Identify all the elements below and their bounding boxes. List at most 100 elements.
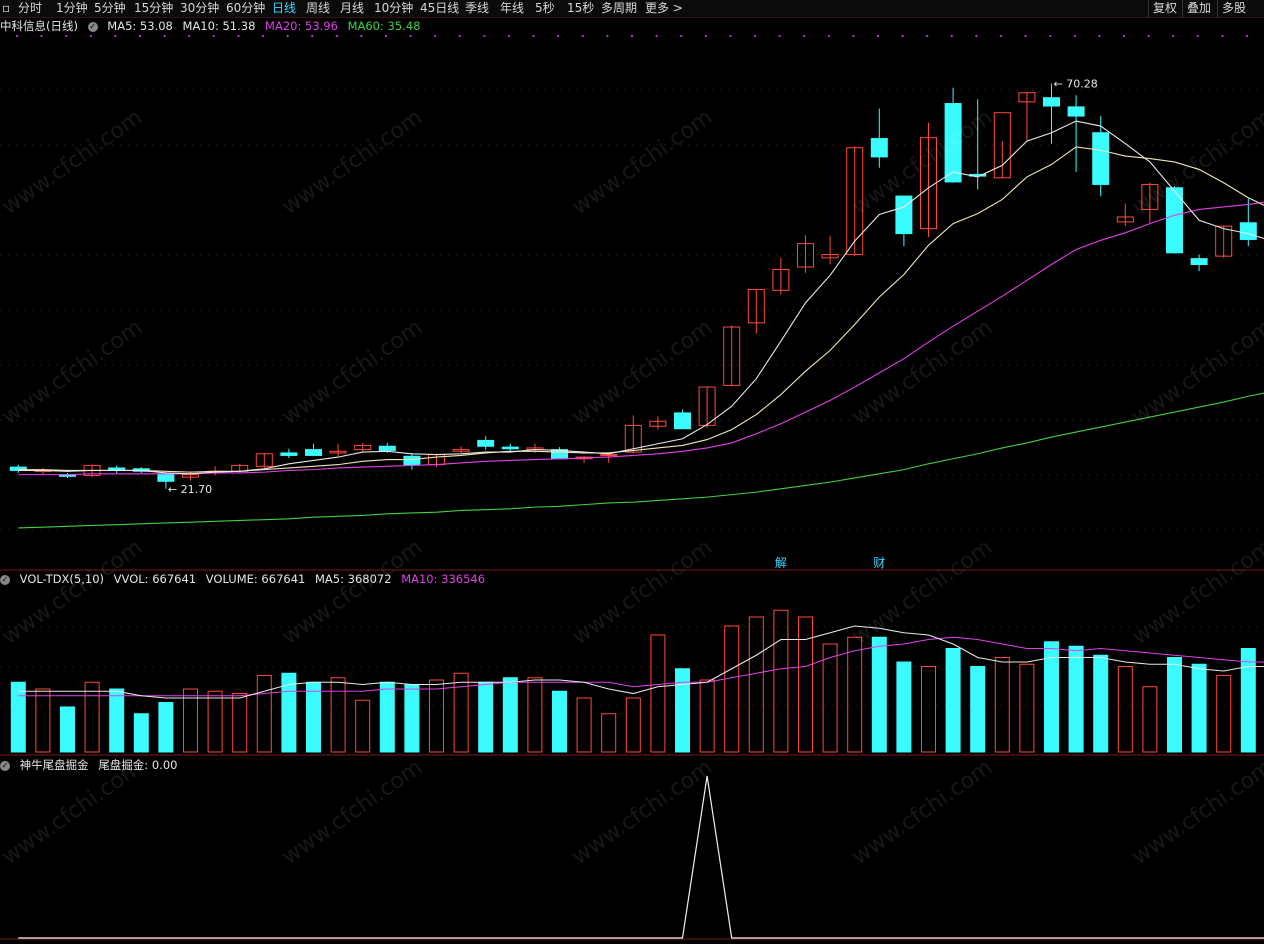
volume-bar [429,679,444,753]
period-tab-9[interactable]: 10分钟 [374,0,413,17]
ind-settings-icon[interactable]: ✓ [0,760,10,771]
top-dot [852,35,855,37]
top-dot [729,35,732,37]
ma60-line [18,392,1264,529]
top-dot [114,35,117,37]
period-tab-12[interactable]: 年线 [500,0,524,17]
candle-body [600,454,618,457]
volume-bar [552,690,567,753]
candle-body [378,445,396,451]
top-dot [581,35,584,37]
volume-bar [60,706,75,753]
volume-bar [675,668,690,753]
period-tab-6[interactable]: 日线 [272,0,296,17]
volume-bar [773,609,789,753]
ma10-value: MA10: 51.38 [182,19,256,33]
period-tab-10[interactable]: 45日线 [420,0,459,17]
volume-bar [355,699,371,753]
ma60-value: MA60: 35.48 [347,19,421,33]
top-dot [1123,35,1125,37]
toolbar-button-2[interactable]: 多股 [1217,0,1250,17]
top-dot [926,35,929,37]
price-panel-header: 中科信息(日线) ✓ MA5: 53.08 MA10: 51.38 MA20: … [0,18,426,34]
volume-bar [453,672,469,753]
top-dot [1147,35,1150,37]
volume-bar [109,688,125,753]
period-tab-8[interactable]: 月线 [340,0,364,17]
settings-icon[interactable]: ✓ [87,21,98,32]
low-label: ← 21.70 [168,483,212,496]
top-dot [975,35,978,37]
top-dot [40,35,43,37]
volume-bar [748,616,764,753]
volume-bar [232,693,248,753]
volume-bar [798,616,813,753]
volume-bar [1167,657,1182,753]
top-dot [139,35,141,37]
volume-bar [1191,663,1207,753]
period-tab-1[interactable]: 1分钟 [56,0,88,17]
volume-bar [1019,663,1035,753]
volume-bar [601,713,617,753]
volume-bar [1068,645,1084,753]
period-tab-3[interactable]: 15分钟 [134,0,173,17]
top-dot [1049,35,1052,37]
period-tab-7[interactable]: 周线 [306,0,330,17]
top-dot [606,35,609,37]
volume-bar [945,648,961,753]
indicator-title: 神牛尾盘掘金 [19,758,89,772]
volume-bar [133,713,149,753]
top-dot [680,35,683,37]
top-dot [385,35,387,37]
period-tab-13[interactable]: 5秒 [535,0,555,17]
volume-bar [921,666,936,753]
top-dot [335,35,338,37]
top-dot [827,35,830,37]
candle-body [280,452,298,456]
period-tab-15[interactable]: 多周期 [601,0,637,17]
toolbar-button-1[interactable]: 叠加 [1182,0,1215,17]
top-dot [803,35,806,37]
candle-body [1190,258,1208,265]
top-dot [704,35,707,37]
volume-bar [650,634,666,753]
candle-body [870,138,888,158]
top-dot [262,35,264,37]
period-tab-2[interactable]: 5分钟 [94,0,126,17]
period-tab-11[interactable]: 季线 [465,0,489,17]
top-dot [877,35,879,37]
volume-bar [35,688,51,753]
volume-bar [256,675,272,753]
volume-bar [306,681,321,753]
toolbar-menu-icon[interactable]: ▫ [2,0,10,17]
volume-bar [724,625,740,753]
period-tab-14[interactable]: 15秒 [567,0,594,17]
volume-bar [207,690,223,753]
volume-value: VOLUME: 667641 [205,572,306,586]
top-dot [409,35,412,37]
period-toolbar: 分时 1分钟 5分钟 15分钟 30分钟 60分钟 日线 周线 月线 10分钟 45日线 季线 年线 5秒… [0,0,1264,18]
event-marker: 财 [873,556,885,570]
toolbar-button-0[interactable]: 复权 [1148,0,1181,17]
vol-settings-icon[interactable]: ✓ [0,574,10,585]
period-tab-16[interactable]: 更多 > [645,0,683,17]
candle-body [674,412,691,430]
event-marker: 解 [775,556,787,570]
volume-bar [502,677,518,753]
indicator-panel-header: ✓ 神牛尾盘掘金 尾盘掘金: 0.00 [0,757,183,773]
top-dot [1024,35,1027,37]
candle-body [1239,222,1257,240]
period-tab-0[interactable]: 分时 [18,0,42,17]
volume-bar [478,681,494,753]
period-tab-5[interactable]: 60分钟 [226,0,265,17]
volume-bar [699,679,715,753]
candle-body [501,446,519,450]
top-dot [188,35,191,37]
volume-bar [330,677,346,753]
period-tab-4[interactable]: 30分钟 [180,0,219,17]
stock-title: 中科信息(日线) [0,19,78,33]
high-label: ← 70.28 [1054,78,1098,91]
volume-bar [158,702,174,753]
volume-bar [84,681,100,753]
volume-bar [10,681,26,753]
